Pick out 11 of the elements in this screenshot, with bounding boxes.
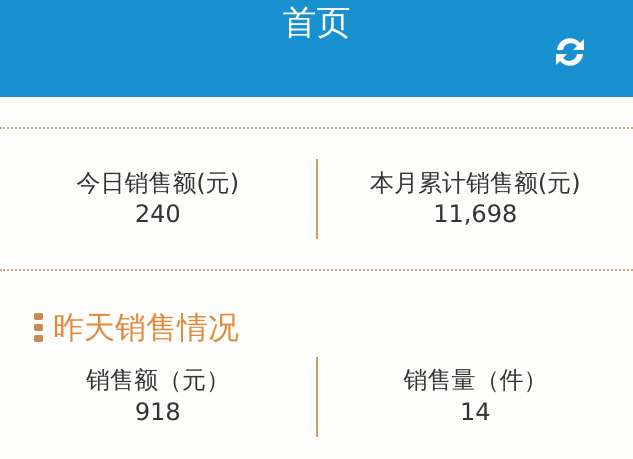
page-title: 首页 — [282, 3, 350, 43]
stat-label: 销售额（元） — [86, 366, 230, 394]
stat-value: 918 — [134, 398, 181, 426]
stat-label: 本月累计销售额(元) — [370, 168, 581, 197]
stat-label: 今日销售额(元) — [76, 168, 240, 197]
dots-icon — [34, 313, 43, 344]
stat-value: 11,698 — [433, 200, 518, 228]
stat-value: 240 — [134, 200, 181, 228]
stat-label: 销售量（件） — [403, 366, 548, 394]
stat-value: 14 — [460, 398, 491, 426]
section-title: 昨天销售情况 — [53, 309, 239, 348]
